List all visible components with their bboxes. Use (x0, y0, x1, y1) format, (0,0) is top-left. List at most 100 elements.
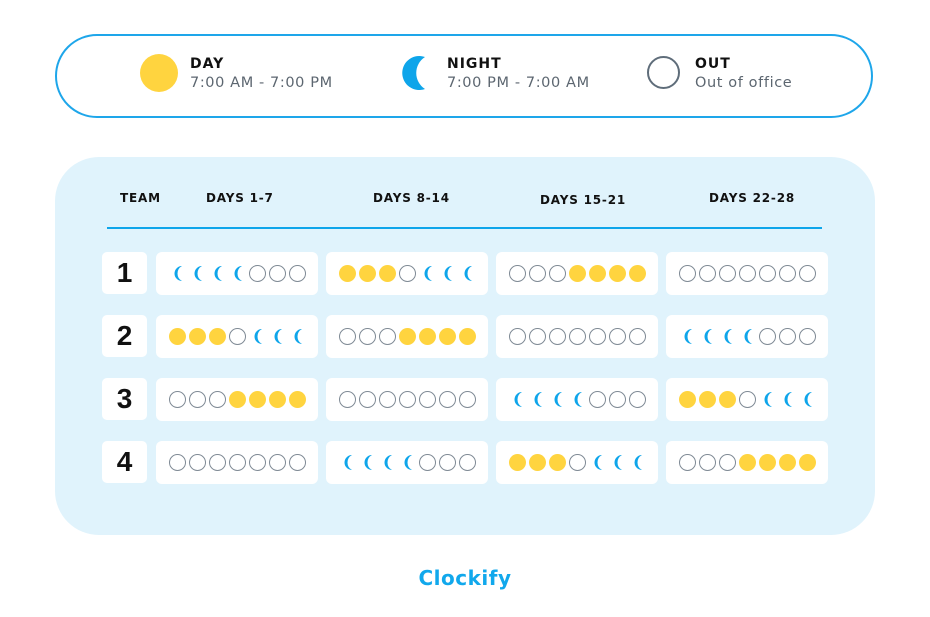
empty-circle-icon (698, 265, 716, 282)
sun-icon (568, 265, 586, 282)
moon-icon (459, 265, 476, 282)
legend-night-title: NIGHT (447, 55, 502, 72)
moon-icon (379, 454, 396, 471)
team-number: 3 (102, 378, 147, 420)
empty-circle-icon (268, 265, 286, 282)
shift-cell (156, 441, 318, 484)
shift-cell (156, 378, 318, 421)
moon-icon (529, 391, 546, 408)
legend-day: DAY 7:00 AM - 7:00 PM (140, 54, 333, 92)
sun-icon (758, 454, 776, 471)
header-team: TEAM (120, 191, 161, 205)
shift-cell (326, 252, 488, 295)
empty-circle-icon (798, 265, 816, 282)
empty-circle-icon (645, 54, 683, 92)
empty-circle-icon (758, 328, 776, 345)
empty-circle-icon (608, 391, 626, 408)
header-divider (107, 227, 822, 229)
empty-circle-icon (508, 328, 526, 345)
empty-circle-icon (628, 391, 646, 408)
legend-night: NIGHT 7:00 PM - 7:00 AM (397, 54, 590, 92)
empty-circle-icon (718, 265, 736, 282)
moon-icon (419, 265, 436, 282)
header-days-8-14: DAYS 8-14 (373, 191, 450, 205)
shift-cell (666, 315, 828, 358)
moon-icon (549, 391, 566, 408)
shift-cell (496, 441, 658, 484)
legend-out-desc: Out of office (695, 74, 793, 91)
moon-icon (779, 391, 796, 408)
clockify-logo: Clockify (418, 566, 512, 590)
moon-icon (397, 54, 435, 92)
shift-cell (496, 378, 658, 421)
moon-icon (699, 328, 716, 345)
legend-out-title: OUT (695, 55, 731, 72)
empty-circle-icon (288, 265, 306, 282)
moon-icon (679, 328, 696, 345)
empty-circle-icon (798, 328, 816, 345)
empty-circle-icon (188, 391, 206, 408)
moon-icon (189, 265, 206, 282)
team-number: 1 (102, 252, 147, 294)
empty-circle-icon (398, 265, 416, 282)
sun-icon (168, 328, 186, 345)
shift-cell (666, 378, 828, 421)
sun-icon (738, 454, 756, 471)
moon-icon (799, 391, 816, 408)
empty-circle-icon (168, 391, 186, 408)
empty-circle-icon (698, 454, 716, 471)
empty-circle-icon (738, 391, 756, 408)
empty-circle-icon (718, 454, 736, 471)
empty-circle-icon (458, 391, 476, 408)
shift-cell (666, 441, 828, 484)
moon-icon (169, 265, 186, 282)
moon-icon (289, 328, 306, 345)
legend-out: OUT Out of office (645, 54, 792, 92)
empty-circle-icon (678, 265, 696, 282)
empty-circle-icon (228, 454, 246, 471)
moon-icon (719, 328, 736, 345)
empty-circle-icon (458, 454, 476, 471)
empty-circle-icon (528, 265, 546, 282)
sun-icon (588, 265, 606, 282)
empty-circle-icon (548, 328, 566, 345)
sun-icon (798, 454, 816, 471)
header-days-1-7: DAYS 1-7 (206, 191, 274, 205)
sun-icon (718, 391, 736, 408)
shift-cell (326, 378, 488, 421)
moon-icon (269, 328, 286, 345)
empty-circle-icon (378, 328, 396, 345)
sun-icon (608, 265, 626, 282)
empty-circle-icon (268, 454, 286, 471)
sun-icon (228, 391, 246, 408)
empty-circle-icon (758, 265, 776, 282)
empty-circle-icon (248, 265, 266, 282)
sun-icon (698, 391, 716, 408)
sun-icon (188, 328, 206, 345)
sun-icon (548, 454, 566, 471)
empty-circle-icon (678, 454, 696, 471)
shift-cell (496, 315, 658, 358)
moon-icon (739, 328, 756, 345)
header-days-15-21: DAYS 15-21 (540, 193, 626, 207)
header-days-22-28: DAYS 22-28 (709, 191, 795, 205)
shift-cell (326, 441, 488, 484)
empty-circle-icon (528, 328, 546, 345)
sun-icon (378, 265, 396, 282)
shift-legend: DAY 7:00 AM - 7:00 PM NIGHT 7:00 PM - 7:… (55, 34, 873, 118)
moon-icon (759, 391, 776, 408)
empty-circle-icon (738, 265, 756, 282)
sun-icon (418, 328, 436, 345)
empty-circle-icon (588, 328, 606, 345)
sun-icon (140, 54, 178, 92)
sun-icon (288, 391, 306, 408)
empty-circle-icon (338, 391, 356, 408)
empty-circle-icon (168, 454, 186, 471)
moon-icon (359, 454, 376, 471)
empty-circle-icon (438, 454, 456, 471)
empty-circle-icon (358, 391, 376, 408)
moon-icon (609, 454, 626, 471)
empty-circle-icon (568, 454, 586, 471)
moon-icon (209, 265, 226, 282)
empty-circle-icon (188, 454, 206, 471)
